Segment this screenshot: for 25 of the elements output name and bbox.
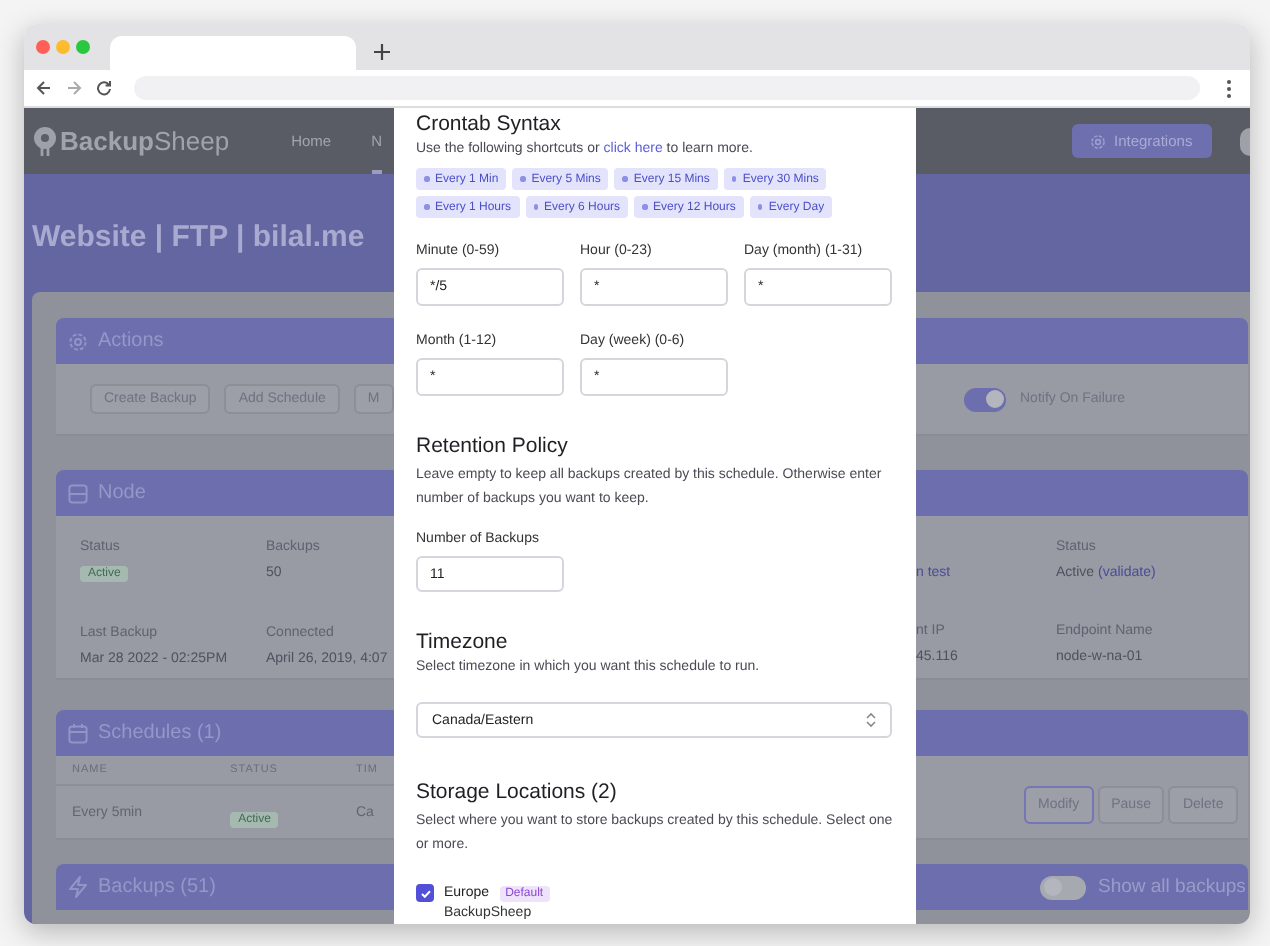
chevron-updown-icon bbox=[866, 712, 876, 728]
new-tab-icon[interactable] bbox=[374, 44, 390, 60]
logo-text: BackupSheep bbox=[60, 126, 230, 156]
section-title: Timezone bbox=[416, 628, 508, 656]
section-title: Crontab Syntax bbox=[416, 110, 561, 138]
toggle-switch[interactable] bbox=[964, 387, 1006, 411]
forward-icon[interactable] bbox=[66, 80, 82, 96]
maximize-window-icon[interactable] bbox=[76, 40, 90, 54]
minimize-window-icon[interactable] bbox=[56, 40, 70, 54]
section-title: Storage Locations (2) bbox=[416, 778, 617, 806]
reload-icon[interactable] bbox=[96, 80, 112, 96]
more-menu-icon[interactable] bbox=[1226, 79, 1232, 97]
checkbox[interactable] bbox=[416, 884, 434, 902]
gear-icon bbox=[68, 331, 88, 351]
close-window-icon[interactable] bbox=[36, 40, 50, 54]
section-title: Retention Policy bbox=[416, 432, 568, 460]
page-title: Website | FTP | bilal.me bbox=[32, 219, 365, 253]
calendar-icon bbox=[68, 723, 88, 743]
logo-icon bbox=[32, 126, 58, 156]
lightning-icon bbox=[68, 876, 88, 898]
toggle-switch[interactable] bbox=[1040, 875, 1086, 899]
gear-icon bbox=[1090, 133, 1106, 149]
back-icon[interactable] bbox=[36, 80, 52, 96]
server-icon bbox=[68, 483, 88, 503]
avatar-icon[interactable] bbox=[1240, 127, 1250, 155]
